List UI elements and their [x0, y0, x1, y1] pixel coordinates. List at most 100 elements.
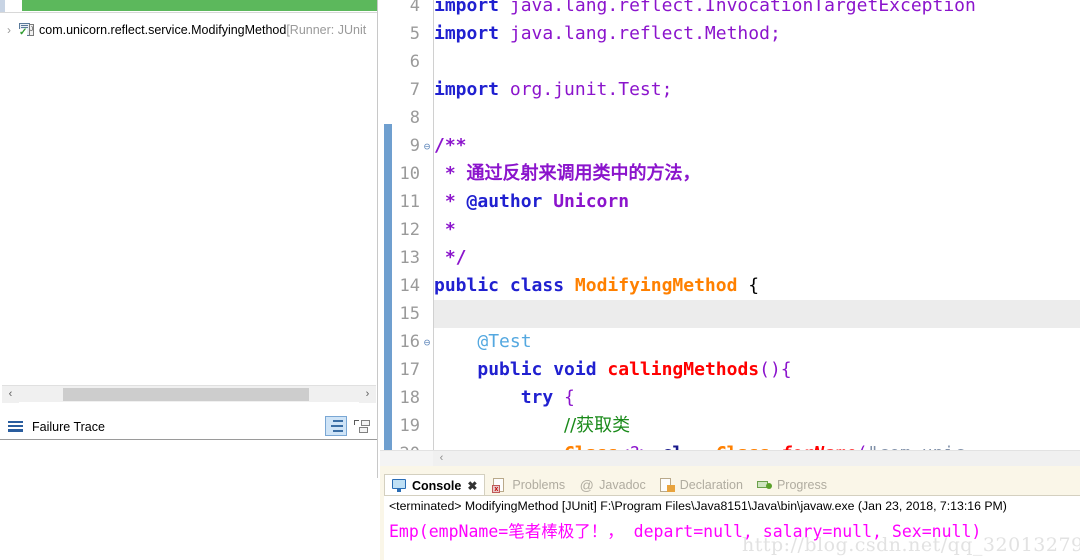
- code-token: *: [434, 191, 467, 212]
- code-line[interactable]: 6: [380, 48, 1080, 76]
- line-number: 6: [409, 52, 420, 72]
- editor-horizontal-scrollbar[interactable]: ‹: [433, 450, 1080, 466]
- tab-label: Console: [412, 478, 462, 493]
- code-text[interactable]: import java.lang.reflect.InvocationTarge…: [434, 0, 1080, 20]
- test-class-name: com.unicorn.reflect.service.ModifyingMet…: [39, 23, 287, 37]
- code-token: import: [434, 0, 510, 16]
- code-text[interactable]: */: [434, 244, 1080, 272]
- code-token: java.lang.reflect.Method;: [509, 23, 781, 44]
- code-line[interactable]: 5 import java.lang.reflect.Method;: [380, 20, 1080, 48]
- console-tab-bar: Console ✖ x Problems @ Javadoc Declaration Prog…: [384, 472, 1080, 496]
- line-number: 14: [399, 276, 420, 296]
- junit-view: › J ✓ com.unicorn.reflect.service.Modify…: [0, 0, 378, 478]
- fold-collapse-icon[interactable]: ⊖: [422, 140, 432, 153]
- code-line[interactable]: 7 import org.junit.Test;: [380, 76, 1080, 104]
- code-text[interactable]: try {: [434, 384, 1080, 412]
- code-text[interactable]: [434, 48, 1080, 76]
- code-token: public void: [477, 359, 608, 380]
- view-layout-button[interactable]: [351, 416, 373, 436]
- line-number: 11: [399, 192, 420, 212]
- view-layout-icon: [354, 420, 370, 433]
- code-text[interactable]: *: [434, 216, 1080, 244]
- code-token: Unicorn: [542, 191, 630, 212]
- line-number: 4: [409, 0, 420, 16]
- line-number: 7: [409, 80, 420, 100]
- failure-trace-icon: [8, 421, 23, 432]
- code-text[interactable]: * @author Unicorn: [434, 188, 1080, 216]
- left-bottom-area: [0, 478, 380, 560]
- chevron-right-icon[interactable]: ›: [0, 23, 18, 37]
- code-token: *: [434, 163, 467, 184]
- code-token: callingMethods: [607, 359, 760, 380]
- code-line[interactable]: 18 try {: [380, 384, 1080, 412]
- code-line[interactable]: 17 public void callingMethods(){: [380, 356, 1080, 384]
- failure-trace-header: Failure Trace: [0, 414, 378, 440]
- declaration-icon: [659, 477, 675, 493]
- tab-declaration[interactable]: Declaration: [653, 474, 750, 496]
- list-item[interactable]: › J ✓ com.unicorn.reflect.service.Modify…: [0, 19, 378, 41]
- code-line[interactable]: 14 public class ModifyingMethod {: [380, 272, 1080, 300]
- code-editor[interactable]: 4 import java.lang.reflect.InvocationTarg…: [380, 0, 1080, 455]
- code-text[interactable]: import org.junit.Test;: [434, 76, 1080, 104]
- tab-progress[interactable]: Progress: [750, 474, 834, 496]
- code-text[interactable]: import java.lang.reflect.Method;: [434, 20, 1080, 48]
- scroll-right-icon[interactable]: ›: [359, 385, 376, 403]
- code-line[interactable]: 12 *: [380, 216, 1080, 244]
- code-token: /**: [434, 135, 467, 156]
- failure-trace-body[interactable]: [0, 441, 378, 478]
- code-line[interactable]: 9 ⊖/**: [380, 132, 1080, 160]
- code-line[interactable]: 16 ⊖ @Test: [380, 328, 1080, 356]
- filter-stack-trace-button[interactable]: [325, 416, 347, 436]
- fold-collapse-icon[interactable]: ⊖: [422, 336, 432, 349]
- code-token: java.lang.reflect.InvocationTargetExcept…: [509, 0, 976, 16]
- code-text[interactable]: public class ModifyingMethod {: [434, 272, 1080, 300]
- code-token: ModifyingMethod: [574, 275, 738, 296]
- line-number: 9: [409, 136, 420, 156]
- line-number: 12: [399, 220, 420, 240]
- code-text[interactable]: [434, 300, 1080, 328]
- tab-javadoc[interactable]: @ Javadoc: [572, 474, 653, 496]
- code-line[interactable]: 11 * @author Unicorn: [380, 188, 1080, 216]
- test-class-icon: J ✓: [18, 22, 34, 38]
- close-icon[interactable]: ✖: [467, 479, 477, 493]
- editor-gutter-footer: [380, 450, 433, 466]
- code-line[interactable]: 19 //获取类: [380, 412, 1080, 440]
- code-line[interactable]: 4 import java.lang.reflect.InvocationTarg…: [380, 0, 1080, 20]
- scroll-left-icon[interactable]: ‹: [2, 385, 19, 403]
- code-token: org.junit.Test;: [509, 79, 673, 100]
- code-token: {: [553, 387, 575, 408]
- code-line[interactable]: 8: [380, 104, 1080, 132]
- scrollbar-thumb[interactable]: [63, 387, 309, 401]
- code-token: import: [434, 79, 510, 100]
- code-text[interactable]: public void callingMethods(){: [434, 356, 1080, 384]
- code-text[interactable]: * 通过反射来调用类中的方法，: [434, 160, 1080, 188]
- line-number: 18: [399, 388, 420, 408]
- line-number: 19: [399, 416, 420, 436]
- test-runner-label: [Runner: JUnit: [286, 23, 367, 37]
- problems-icon: x: [492, 477, 507, 493]
- code-token: 通过反射来调用类中的方法，: [466, 163, 701, 184]
- junit-test-tree[interactable]: › J ✓ com.unicorn.reflect.service.Modify…: [0, 12, 378, 403]
- javadoc-icon: @: [579, 476, 594, 493]
- code-line[interactable]: 13 */: [380, 244, 1080, 272]
- tab-console[interactable]: Console ✖: [384, 474, 486, 496]
- tab-problems[interactable]: x Problems: [485, 474, 572, 496]
- code-token: //获取类: [564, 415, 631, 436]
- code-text[interactable]: //获取类: [434, 412, 1080, 440]
- code-text[interactable]: @Test: [434, 328, 1080, 356]
- failure-trace-title: Failure Trace: [32, 419, 105, 434]
- code-token: (){: [759, 359, 792, 380]
- code-line[interactable]: 10 * 通过反射来调用类中的方法，: [380, 160, 1080, 188]
- line-number: 8: [409, 108, 420, 128]
- tab-label: Progress: [776, 478, 827, 492]
- code-token: try: [520, 387, 554, 408]
- junit-tree-horizontal-scrollbar[interactable]: ‹ ›: [2, 385, 376, 403]
- tab-label: Problems: [512, 478, 566, 492]
- editor-scroll-left-icon[interactable]: ‹: [433, 450, 450, 467]
- console-output-text: Emp(empName=笔者棒极了！， depart=null, salary=…: [389, 522, 982, 541]
- code-text[interactable]: /**: [434, 132, 1080, 160]
- code-text[interactable]: [434, 104, 1080, 132]
- code-line[interactable]: 15: [380, 300, 1080, 328]
- line-number: 10: [399, 164, 420, 184]
